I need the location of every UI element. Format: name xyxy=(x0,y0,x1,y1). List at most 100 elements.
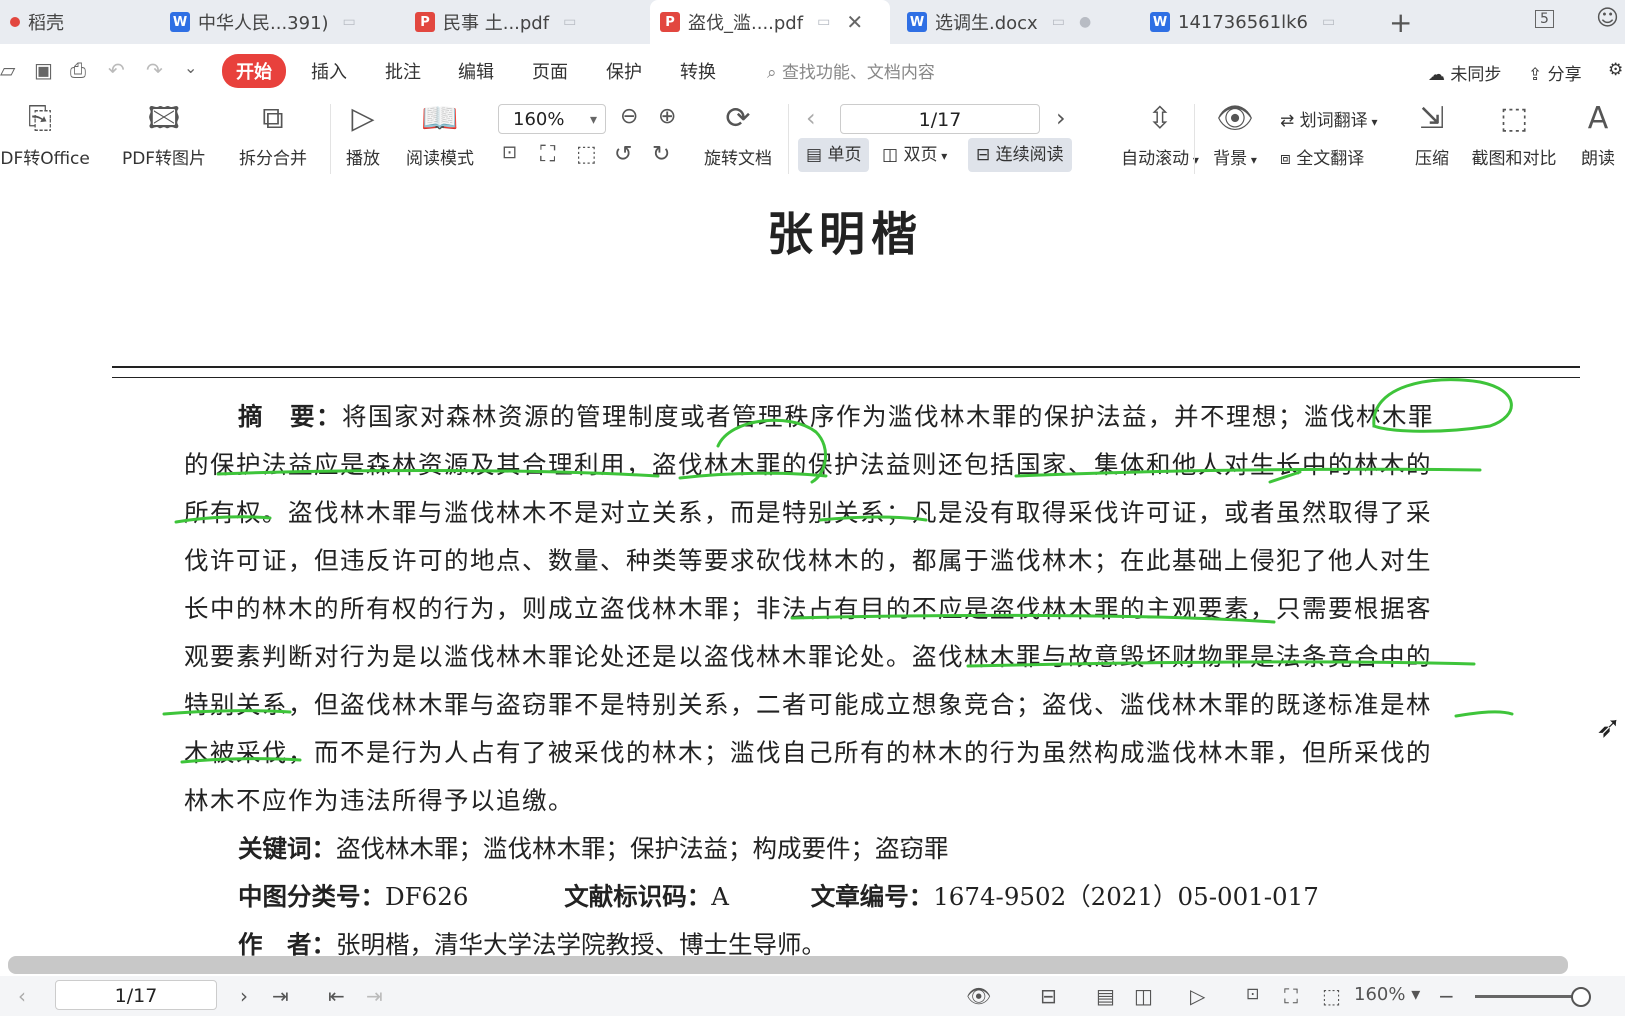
menu-convert[interactable]: 转换 xyxy=(680,58,716,84)
menu-edit[interactable]: 编辑 xyxy=(458,58,494,84)
status-page-input[interactable]: 1/17 xyxy=(55,980,217,1010)
pdf-page-view[interactable]: 张明楷 摘 要：将国家对森林资源的管理制度或者管理秩序作为滥伐林木罪的保护法益，… xyxy=(0,186,1625,956)
ribbon-toolbar: ⎘ PDF转Office 🖾 PDF转图片 ⧉ 拆分合并 ▷ 播放 📖 阅读模式… xyxy=(0,98,1625,186)
read-aloud-icon: A xyxy=(1587,101,1609,136)
monitor-icon: ▭ xyxy=(342,14,356,30)
settings-icon[interactable]: ⚙ xyxy=(1608,60,1623,80)
print-icon[interactable]: ⎙ xyxy=(70,58,86,82)
menu-annotate[interactable]: 批注 xyxy=(385,58,421,84)
ink-underline-annotation xyxy=(966,660,1476,668)
auto-scroll-button[interactable]: ⇳ 自动滚动 ▾ xyxy=(1110,98,1210,169)
play-icon[interactable]: ▷ xyxy=(1190,984,1205,1008)
undo-icon[interactable]: ↶ xyxy=(108,58,125,82)
background-button[interactable]: 👁 背景 ▾ xyxy=(1204,98,1266,169)
double-page-icon: ◫ xyxy=(882,145,904,165)
more-chevron-icon[interactable]: ⌄ xyxy=(184,58,197,77)
full-translate-icon: ⧈ xyxy=(1280,149,1297,169)
monitor-icon: ▭ xyxy=(563,14,577,30)
actual-size-icon[interactable]: ⊡ xyxy=(502,142,517,163)
prev-page-icon[interactable]: ‹ xyxy=(806,104,816,132)
pdf-to-office-button[interactable]: ⎘ PDF转Office xyxy=(0,98,90,169)
handwritten-annotations xyxy=(162,378,1514,764)
tab-docer[interactable]: 稻壳 xyxy=(0,0,150,44)
new-tab-button[interactable]: + xyxy=(1389,6,1412,39)
eye-icon: 👁 xyxy=(1215,101,1255,136)
image-icon: 🖾 xyxy=(147,101,181,136)
single-page-view-icon[interactable]: ▤ xyxy=(1096,984,1115,1008)
play-button[interactable]: ▷ 播放 xyxy=(340,98,386,169)
tab-document[interactable]: P 民事 土...pdf ▭ xyxy=(405,0,645,44)
zoom-in-icon[interactable]: ⊕ xyxy=(658,104,676,129)
ink-underline-annotation xyxy=(1014,467,1482,478)
horizontal-scrollbar[interactable] xyxy=(8,956,1568,974)
last-page-icon[interactable]: ⇥ xyxy=(272,984,289,1008)
page-number-input[interactable]: 1/17 xyxy=(840,104,1040,134)
monitor-icon: ▭ xyxy=(1051,14,1065,30)
full-translate-button[interactable]: ⧈ 全文翻译 xyxy=(1280,144,1364,169)
rotate-right-icon[interactable]: ↻ xyxy=(652,142,670,167)
read-mode-button[interactable]: 📖 阅读模式 xyxy=(400,98,480,169)
tab-label: 141736561lk6 xyxy=(1178,11,1308,33)
word-icon: W xyxy=(1150,12,1170,32)
avatar[interactable]: ☺ xyxy=(1596,6,1619,31)
next-page-icon[interactable]: › xyxy=(240,984,248,1008)
chevron-down-icon: ▾ xyxy=(589,112,597,128)
actual-size-icon[interactable]: ⊡ xyxy=(1246,984,1259,1003)
rotate-doc-button[interactable]: ⟳ 旋转文档 xyxy=(700,98,776,169)
menu-page[interactable]: 页面 xyxy=(532,58,568,84)
rotate-left-icon[interactable]: ↺ xyxy=(614,142,632,167)
menu-protect[interactable]: 保护 xyxy=(606,58,642,84)
zoom-out-icon[interactable]: − xyxy=(1438,984,1455,1008)
tab-bar: 稻壳 W 中华人民...391) ▭ P 民事 土...pdf ▭ P 盗伐_滥… xyxy=(0,0,1625,44)
word-translate-button[interactable]: ⇄ 划词翻译 ▾ xyxy=(1280,106,1378,131)
next-page-icon[interactable]: › xyxy=(1056,104,1066,132)
forward-icon[interactable]: ⇥ xyxy=(366,984,383,1008)
compress-icon: ⇲ xyxy=(1419,101,1445,136)
open-folder-icon[interactable]: ▱ xyxy=(0,58,15,82)
menu-insert[interactable]: 插入 xyxy=(311,58,347,84)
fit-width-icon[interactable]: ⬚ xyxy=(576,142,597,167)
double-page-view-icon[interactable]: ◫ xyxy=(1134,984,1153,1008)
single-page-button[interactable]: ▤ 单页 xyxy=(798,138,870,172)
prev-page-icon[interactable]: ‹ xyxy=(18,984,26,1008)
compress-button[interactable]: ⇲ 压缩 xyxy=(1408,98,1456,169)
pdf-to-image-button[interactable]: 🖾 PDF转图片 xyxy=(116,98,212,169)
redo-icon[interactable]: ↷ xyxy=(146,58,163,82)
continuous-view-icon[interactable]: ⊟ xyxy=(1040,984,1057,1008)
ink-underline-annotation xyxy=(818,515,928,522)
book-icon: 📖 xyxy=(421,101,459,136)
read-aloud-button[interactable]: A 朗读 xyxy=(1574,98,1622,169)
monitor-icon: ▭ xyxy=(817,14,831,30)
status-zoom[interactable]: 160% ▾ xyxy=(1354,984,1420,1005)
fit-width-icon[interactable]: ⬚ xyxy=(1322,984,1341,1008)
divider xyxy=(788,104,789,174)
tab-document[interactable]: W 中华人民...391) ▭ xyxy=(160,0,396,44)
save-icon[interactable]: ▣ xyxy=(34,58,53,82)
split-merge-button[interactable]: ⧉ 拆分合并 xyxy=(230,98,316,169)
fit-page-icon[interactable]: ⛶ xyxy=(540,142,555,167)
back-icon[interactable]: ⇤ xyxy=(328,984,345,1008)
sync-button[interactable]: ☁ 未同步 xyxy=(1428,60,1501,85)
zoom-slider-knob[interactable] xyxy=(1571,987,1591,1007)
close-icon[interactable]: ✕ xyxy=(846,10,863,34)
screenshot-compare-button[interactable]: ⬚ 截图和对比 xyxy=(1468,98,1560,169)
zoom-slider[interactable] xyxy=(1475,995,1580,998)
zoom-select[interactable]: 160% ▾ xyxy=(498,104,606,134)
tab-active-document[interactable]: P 盗伐_滥....pdf ▭ ✕ xyxy=(650,0,890,44)
tab-document[interactable]: W 141736561lk6 ▭ xyxy=(1140,0,1372,44)
eye-icon[interactable]: 👁 xyxy=(966,984,991,1008)
search-input[interactable]: ⌕ 查找功能、文档内容 xyxy=(767,58,935,83)
screenshot-icon: ⬚ xyxy=(1499,101,1529,136)
continuous-read-button[interactable]: ⊟ 连续阅读 xyxy=(968,138,1072,172)
tab-document[interactable]: W 选调生.docx ▭ ● xyxy=(897,0,1129,44)
tab-count-badge[interactable]: 5 xyxy=(1535,10,1554,28)
ink-underline-annotation xyxy=(174,515,272,524)
ink-underline-annotation xyxy=(1454,710,1514,718)
auto-scroll-icon: ⇳ xyxy=(1147,101,1173,136)
pdf-convert-icon: ⎘ xyxy=(28,101,52,136)
fit-page-icon[interactable]: ⛶ xyxy=(1284,984,1298,1008)
double-page-button[interactable]: ◫ 双页 ▾ xyxy=(874,138,955,172)
zoom-out-icon[interactable]: ⊖ xyxy=(620,104,638,129)
menu-start[interactable]: 开始 xyxy=(222,54,286,88)
share-button[interactable]: ⇪ 分享 xyxy=(1528,60,1582,85)
